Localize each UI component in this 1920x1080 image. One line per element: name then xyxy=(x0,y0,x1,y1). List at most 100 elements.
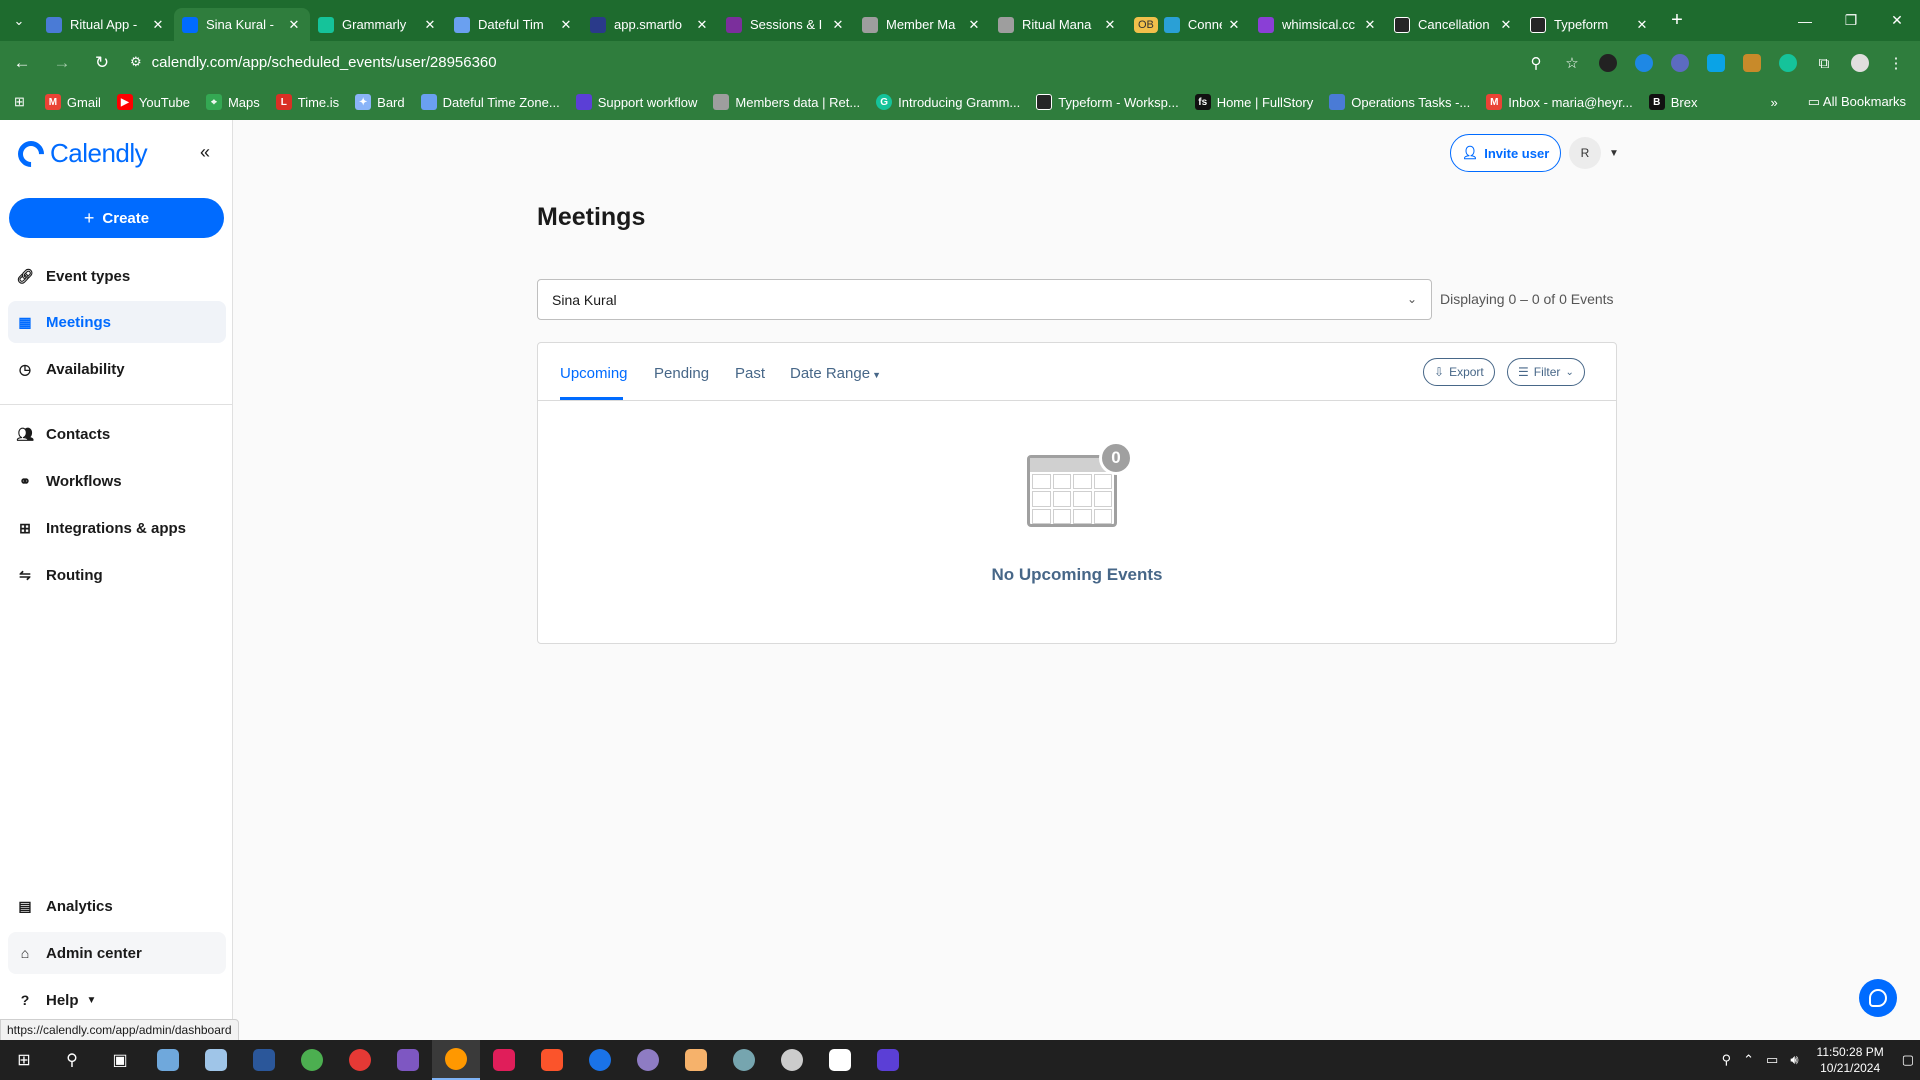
extension-icon[interactable] xyxy=(1630,49,1658,77)
calendly-logo[interactable]: Calendly xyxy=(12,135,148,172)
caret-down-icon[interactable]: ▼ xyxy=(1609,148,1619,159)
sidebar-item-meetings[interactable]: ▦ Meetings xyxy=(8,301,226,343)
steam-icon[interactable] xyxy=(768,1040,816,1080)
bookmark-operations[interactable]: Operations Tasks -... xyxy=(1329,94,1470,110)
bookmark-typeform[interactable]: Typeform - Worksp... xyxy=(1036,94,1179,110)
chevron-up-icon[interactable]: ⌃ xyxy=(1743,1052,1754,1068)
app-icon[interactable] xyxy=(624,1040,672,1080)
browser-tab[interactable]: Member Ma ✕ xyxy=(854,8,990,41)
sidebar-item-contacts[interactable]: 👥︎ Contacts xyxy=(8,413,226,455)
browser-tab[interactable]: OB Connectean ✕ xyxy=(1126,8,1250,41)
person-icon[interactable]: ⚲ xyxy=(1722,1052,1732,1068)
browser-tab[interactable]: Sessions & I ✕ xyxy=(718,8,854,41)
tab-search-icon[interactable]: ⌄ xyxy=(0,0,38,41)
1password-icon[interactable] xyxy=(576,1040,624,1080)
close-icon[interactable]: ✕ xyxy=(422,17,438,33)
bookmark-inbox[interactable]: M Inbox - maria@heyr... xyxy=(1486,94,1633,110)
export-button[interactable]: ⇩ Export xyxy=(1423,358,1495,386)
filter-button[interactable]: ☰ Filter ⌄ xyxy=(1507,358,1585,386)
word-icon[interactable] xyxy=(240,1040,288,1080)
browser-tab[interactable]: Typeform ✕ xyxy=(1522,8,1658,41)
windows-start-icon[interactable]: ⊞ xyxy=(0,1040,48,1080)
browser-tab[interactable]: whimsical.cc ✕ xyxy=(1250,8,1386,41)
user-select[interactable]: Sina Kural ⌄ xyxy=(537,279,1432,320)
create-button[interactable]: + Create xyxy=(9,198,224,238)
notepad-icon[interactable] xyxy=(192,1040,240,1080)
extensions-puzzle-icon[interactable]: ⧉ xyxy=(1810,49,1838,77)
chrome-active-icon[interactable] xyxy=(432,1040,480,1080)
collapse-sidebar-icon[interactable]: « xyxy=(200,142,210,163)
browser-tab[interactable]: Ritual App - ✕ xyxy=(38,8,174,41)
close-icon[interactable]: ✕ xyxy=(1362,17,1378,33)
new-tab-icon[interactable]: + xyxy=(1660,9,1694,32)
all-bookmarks[interactable]: ▭ All Bookmarks xyxy=(1808,94,1906,110)
reload-icon[interactable]: ↻ xyxy=(84,45,120,81)
browser-tab[interactable]: Cancellation ✕ xyxy=(1386,8,1522,41)
close-icon[interactable]: ✕ xyxy=(1102,17,1118,33)
close-icon[interactable]: ✕ xyxy=(558,17,574,33)
search-icon[interactable]: ⚲ xyxy=(48,1040,96,1080)
chevron-double-right-icon[interactable]: » xyxy=(1771,95,1778,110)
bookmark-members-data[interactable]: Members data | Ret... xyxy=(713,94,860,110)
close-icon[interactable]: ✕ xyxy=(1634,17,1650,33)
sidebar-item-availability[interactable]: ◷ Availability xyxy=(8,348,226,390)
bookmark-gmail[interactable]: M Gmail xyxy=(44,94,101,110)
extension-icon[interactable] xyxy=(1738,49,1766,77)
bookmark-bard[interactable]: ✦ Bard xyxy=(355,94,405,110)
sidebar-item-analytics[interactable]: ▤ Analytics xyxy=(8,885,226,927)
sidebar-item-help[interactable]: ? Help ▼ xyxy=(8,979,226,1021)
notifications-icon[interactable]: ▢ xyxy=(1902,1052,1914,1068)
minimize-icon[interactable]: — xyxy=(1782,0,1828,41)
bookmark-star-icon[interactable]: ☆ xyxy=(1558,49,1586,77)
browser-tab[interactable]: Ritual Mana ✕ xyxy=(990,8,1126,41)
avatar[interactable]: R xyxy=(1569,137,1601,169)
url-field[interactable]: ⚙ calendly.com/app/scheduled_events/user… xyxy=(120,45,1550,79)
bookmark-fullstory[interactable]: fs Home | FullStory xyxy=(1194,94,1313,110)
browser-tab[interactable]: Dateful Tim ✕ xyxy=(446,8,582,41)
close-icon[interactable]: ✕ xyxy=(286,17,302,33)
extension-icon[interactable] xyxy=(1702,49,1730,77)
tab-date-range[interactable]: Date Range ▼ xyxy=(790,365,881,382)
chrome-icon[interactable] xyxy=(288,1040,336,1080)
bookmark-youtube[interactable]: ▶ YouTube xyxy=(116,94,190,110)
browser-tab-active[interactable]: Sina Kural - ✕ xyxy=(174,8,310,41)
sidebar-item-workflows[interactable]: ⚭ Workflows xyxy=(8,460,226,502)
tab-upcoming[interactable]: Upcoming xyxy=(560,365,628,382)
bookmark-dateful[interactable]: Dateful Time Zone... xyxy=(420,94,560,110)
sidebar-item-routing[interactable]: ⇋ Routing xyxy=(8,554,226,596)
tab-group-badge[interactable]: OB xyxy=(1134,16,1158,33)
volume-icon[interactable]: 🔊︎ xyxy=(1790,1052,1798,1068)
app-icon[interactable] xyxy=(864,1040,912,1080)
bookmark-support-workflow[interactable]: Support workflow xyxy=(575,94,697,110)
sidebar-item-event-types[interactable]: 🔗︎ Event types xyxy=(8,255,226,297)
site-info-icon[interactable]: ⚙ xyxy=(130,54,142,70)
close-icon[interactable]: ✕ xyxy=(1226,17,1242,33)
window-close-icon[interactable]: ✕ xyxy=(1874,0,1920,41)
notion-icon[interactable] xyxy=(816,1040,864,1080)
system-clock[interactable]: 11:50:28 PM 10/21/2024 xyxy=(1817,1044,1884,1076)
browser-menu-icon[interactable]: ⋮ xyxy=(1882,49,1910,77)
zoom-icon[interactable]: ⚲ xyxy=(1522,49,1550,77)
chat-widget-button[interactable] xyxy=(1859,979,1897,1017)
bookmark-brex[interactable]: B Brex xyxy=(1648,94,1697,110)
file-explorer-icon[interactable] xyxy=(672,1040,720,1080)
tab-pending[interactable]: Pending xyxy=(654,365,709,382)
tab-past[interactable]: Past xyxy=(735,365,765,382)
browser-tab[interactable]: Grammarly ✕ xyxy=(310,8,446,41)
bookmark-timeis[interactable]: L Time.is xyxy=(275,94,339,110)
restore-icon[interactable]: ❐ xyxy=(1828,0,1874,41)
profile-icon[interactable] xyxy=(1846,49,1874,77)
slack-icon[interactable] xyxy=(480,1040,528,1080)
bookmark-grammarly[interactable]: G Introducing Gramm... xyxy=(876,94,1020,110)
apps-grid-icon[interactable]: ⊞ xyxy=(14,94,25,110)
close-icon[interactable]: ✕ xyxy=(1498,17,1514,33)
extension-icon[interactable] xyxy=(1666,49,1694,77)
app-icon[interactable] xyxy=(384,1040,432,1080)
task-view-icon[interactable]: ▣ xyxy=(96,1040,144,1080)
sidebar-item-admin-center[interactable]: ⌂ Admin center xyxy=(8,932,226,974)
close-icon[interactable]: ✕ xyxy=(966,17,982,33)
brave-icon[interactable] xyxy=(528,1040,576,1080)
extension-icon[interactable] xyxy=(1594,49,1622,77)
chrome-icon[interactable] xyxy=(336,1040,384,1080)
invite-user-button[interactable]: 👤︎ Invite user xyxy=(1450,134,1561,172)
